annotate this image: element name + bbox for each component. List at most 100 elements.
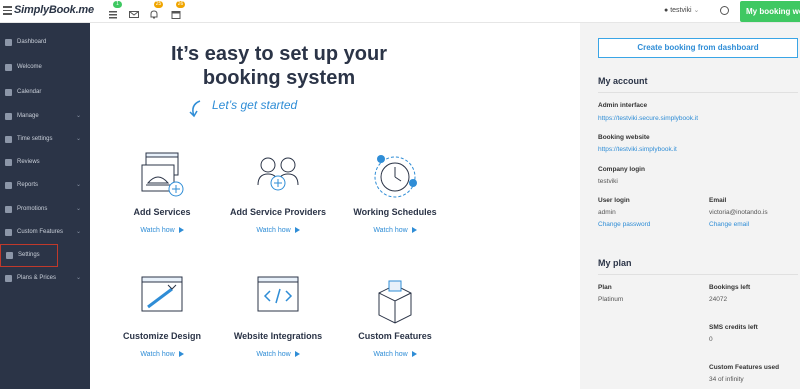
user-name: testviki (670, 7, 692, 14)
change-password-link[interactable]: Change password (598, 221, 650, 228)
chevron-down-icon: ⌄ (76, 136, 82, 142)
feature-title: Add Services (133, 207, 191, 217)
sidebar-item-settings[interactable]: Settings (0, 244, 58, 267)
email-label: Email (709, 197, 727, 204)
welcome-icon (5, 64, 12, 71)
bookings-left-value: 24072 (709, 296, 728, 303)
reports-icon (5, 182, 12, 189)
play-icon (178, 227, 184, 234)
chevron-down-icon: ⌄ (76, 206, 82, 212)
watch-how-link[interactable]: Watch how (107, 351, 217, 358)
divider (598, 92, 798, 93)
sidebar-item-manage[interactable]: Manage ⌄ (0, 106, 90, 129)
sms-credits-value: 0 (709, 336, 713, 343)
create-booking-button[interactable]: Create booking from dashboard (598, 38, 798, 58)
chevron-down-icon: ⌄ (76, 275, 82, 281)
schedule-icon (374, 155, 417, 198)
custom-features-used-label: Custom Features used (709, 364, 780, 371)
chevron-down-icon: ⌄ (76, 229, 82, 235)
features-icon (378, 280, 412, 324)
watch-how-link[interactable]: Watch how (223, 227, 333, 234)
account-title: My account (598, 76, 648, 86)
calendar-icon (5, 89, 12, 96)
feature-title: Custom Features (358, 331, 432, 341)
logo[interactable]: SimplyBook.me (14, 4, 94, 16)
settings-icon (6, 252, 13, 259)
feature-customize-design: Customize Design Watch how (107, 275, 217, 358)
menu-icon[interactable] (3, 6, 12, 15)
get-started-text: Let’s get started (212, 98, 298, 112)
tasks-icon[interactable]: 1 (108, 1, 122, 19)
watch-how-link[interactable]: Watch how (223, 351, 333, 358)
sidebar-item-label: Manage (17, 113, 39, 119)
feature-add-service-providers: Add Service Providers Watch how (223, 151, 333, 234)
feature-working-schedules: Working Schedules Watch how (340, 151, 450, 234)
feature-title: Working Schedules (353, 207, 437, 217)
watch-how-link[interactable]: Watch how (340, 351, 450, 358)
change-email-link[interactable]: Change email (709, 221, 749, 228)
manage-icon (5, 113, 12, 120)
promotions-icon (5, 206, 12, 213)
arrow-icon (189, 100, 201, 118)
user-icon: ● (664, 7, 669, 14)
sidebar-item-reviews[interactable]: Reviews (0, 152, 90, 175)
sidebar: Dashboard Welcome Calendar Manage ⌄ Time sett… (0, 23, 90, 389)
sidebar-item-promotions[interactable]: Promotions ⌄ (0, 199, 90, 222)
plan-value: Platinum (598, 296, 624, 303)
globe-icon[interactable] (720, 6, 729, 15)
providers-icon (257, 157, 299, 191)
chevron-down-icon: ⌄ (693, 7, 700, 14)
sidebar-item-label: Dashboard (17, 39, 47, 45)
play-icon (294, 227, 300, 234)
integrations-icon (257, 276, 299, 312)
design-icon (141, 276, 183, 312)
calendar-icon[interactable]: 26 (171, 1, 185, 19)
calendar-badge: 26 (176, 1, 185, 8)
feature-title: Website Integrations (233, 331, 323, 341)
main-content: It’s easy to set up your booking system … (90, 23, 580, 389)
user-login-label: User login (598, 197, 630, 204)
feature-add-services: Add Services Watch how (107, 151, 217, 234)
sidebar-item-label: Reports (17, 182, 39, 188)
page-title: It’s easy to set up your booking system (171, 43, 387, 89)
bookings-left-label: Bookings left (709, 284, 751, 291)
sidebar-item-label: Reviews (17, 159, 40, 165)
sidebar-item-label: Plans & Prices (17, 275, 57, 281)
play-icon (411, 227, 417, 234)
company-label: Company login (598, 166, 645, 173)
notifications-badge: 25 (154, 1, 163, 8)
mail-icon[interactable] (129, 6, 139, 18)
sidebar-item-label: Calendar (17, 89, 42, 95)
my-booking-website-button[interactable]: My booking website (740, 1, 800, 22)
sidebar-item-plans-prices[interactable]: Plans & Prices ⌄ (0, 268, 90, 291)
tasks-badge: 1 (113, 1, 122, 8)
watch-how-link[interactable]: Watch how (107, 227, 217, 234)
dashboard-icon (5, 39, 12, 46)
sidebar-item-label: Settings (18, 252, 40, 258)
admin-url-link[interactable]: https://testviki.secure.simplybook.it (598, 115, 698, 122)
user-menu[interactable]: ● testviki ⌄ (664, 6, 699, 14)
sidebar-item-time-settings[interactable]: Time settings ⌄ (0, 129, 90, 152)
feature-title: Add Service Providers (229, 207, 327, 217)
time-settings-icon (5, 136, 12, 143)
plans-prices-icon (5, 275, 12, 282)
sidebar-item-calendar[interactable]: Calendar (0, 82, 90, 105)
watch-how-link[interactable]: Watch how (340, 227, 450, 234)
play-icon (411, 351, 417, 358)
feature-title: Customize Design (122, 331, 201, 341)
sidebar-item-reports[interactable]: Reports ⌄ (0, 175, 90, 198)
reviews-icon (5, 159, 12, 166)
services-icon (141, 152, 184, 197)
sidebar-item-custom-features[interactable]: Custom Features ⌄ (0, 222, 90, 245)
sidebar-item-welcome[interactable]: Welcome (0, 57, 90, 80)
sidebar-item-dashboard[interactable]: Dashboard (0, 32, 90, 55)
play-icon (294, 351, 300, 358)
sidebar-item-label: Time settings (17, 136, 53, 142)
feature-custom-features: Custom Features Watch how (340, 275, 450, 358)
booking-url-link[interactable]: https://testviki.simplybook.it (598, 146, 677, 153)
sidebar-item-label: Promotions (17, 206, 48, 212)
bell-icon[interactable]: 25 (149, 1, 163, 19)
sms-credits-label: SMS credits left (709, 324, 758, 331)
sidebar-item-label: Welcome (17, 64, 42, 70)
plan-label: Plan (598, 284, 612, 291)
